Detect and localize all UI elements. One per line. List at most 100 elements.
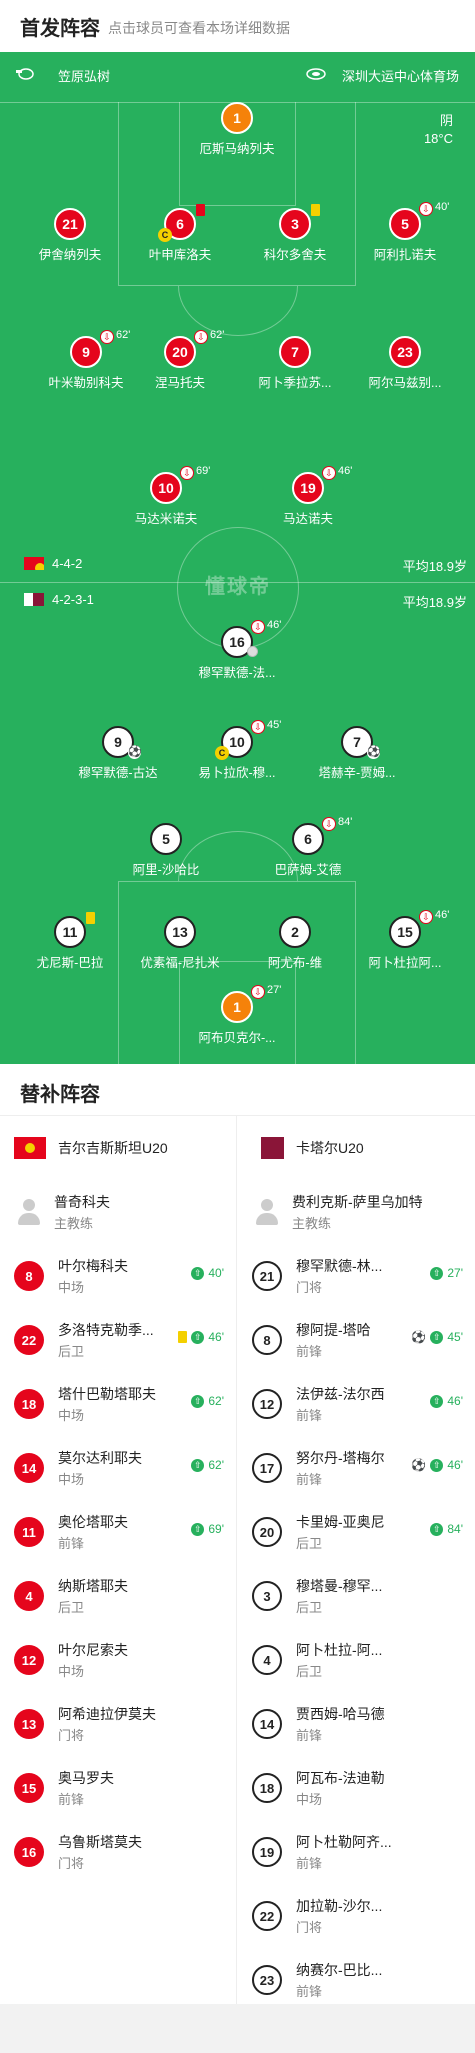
home-sub-row-6[interactable]: 12 叶尔尼索夫 中场: [0, 1628, 236, 1692]
player-name: 巴萨姆-艾德: [274, 863, 342, 877]
sub-in-icon: ⇧: [430, 1266, 444, 1280]
away-player-0[interactable]: 16 穆罕默德-法... ⇩ 46': [187, 619, 287, 686]
home-player-1[interactable]: 21 伊舍纳列夫: [20, 208, 120, 268]
sub-marks: ⇧ 27': [430, 1266, 463, 1280]
sub-time: 84': [338, 816, 353, 828]
home-player-6[interactable]: 20 涅马托夫 ⇩ 62': [130, 329, 230, 396]
sub-info: 奥马罗夫 前锋: [58, 1768, 178, 1809]
sub-info: 阿瓦布-法迪勒 中场: [296, 1768, 416, 1809]
home-sub-row-8[interactable]: 15 奥马罗夫 前锋: [0, 1756, 236, 1820]
home-sub-row-7[interactable]: 13 阿希迪拉伊莫夫 门将: [0, 1692, 236, 1756]
sub-number: 12: [252, 1389, 282, 1419]
player-name: 厄斯马纳列夫: [199, 142, 275, 156]
sub-out-icon: ⇩: [251, 720, 265, 734]
away-sub-row-2[interactable]: 12 法伊兹-法尔西 前锋 ⇧ 46': [238, 1372, 475, 1436]
away-player-8[interactable]: 2 阿尤布-维: [245, 916, 345, 976]
player-number: 23: [389, 336, 421, 368]
away-player-5[interactable]: 6 巴萨姆-艾德 ⇩ 84': [258, 816, 358, 883]
sub-position: 前锋: [296, 1855, 323, 1871]
coach-role: 主教练: [292, 1215, 332, 1231]
away-player-4[interactable]: 5 阿里-沙哈比: [116, 823, 216, 883]
away-sub-row-8[interactable]: 18 阿瓦布-法迪勒 中场: [238, 1756, 475, 1820]
sub-in-icon: ⇧: [430, 1330, 444, 1344]
coach-info: 普奇科夫 主教练: [54, 1192, 110, 1233]
stadium-icon: [306, 68, 326, 83]
away-player-3[interactable]: 7 塔赫辛-贾姆... ⚽: [307, 726, 407, 786]
away-player-10[interactable]: 1 阿布贝克尔-... ⇩ 27': [187, 984, 287, 1051]
away-sub-row-0[interactable]: 21 穆罕默德-林... 门将 ⇧ 27': [238, 1244, 475, 1308]
sub-info: 纳斯塔耶夫 后卫: [58, 1576, 178, 1617]
player-name: 马达诺夫: [282, 512, 333, 526]
sub-time: 27': [267, 984, 282, 996]
sub-position: 后卫: [296, 1535, 323, 1551]
home-coach[interactable]: 普奇科夫 主教练: [0, 1180, 236, 1244]
home-player-3[interactable]: 3 科尔多舍夫: [245, 204, 345, 268]
home-player-9[interactable]: 10 马达米诺夫 ⇩ 69': [116, 465, 216, 532]
coach-info: 费利克斯-萨里乌加特 主教练: [292, 1192, 423, 1233]
sub-position: 中场: [58, 1663, 85, 1679]
home-player-4[interactable]: 5 阿利扎诺夫 ⇩ 40': [355, 201, 455, 268]
player-name: 阿里-沙哈比: [132, 863, 200, 877]
sub-position: 门将: [296, 1279, 323, 1295]
sub-name: 卡里姆-亚奥尼: [296, 1513, 385, 1530]
away-sub-row-3[interactable]: 17 努尔丹-塔梅尔 前锋 ⚽ ⇧ 46': [238, 1436, 475, 1500]
away-sub-row-4[interactable]: 20 卡里姆-亚奥尼 后卫 ⇧ 84': [238, 1500, 475, 1564]
away-sub-row-11[interactable]: 23 纳赛尔-巴比... 前锋: [238, 1948, 475, 2012]
player-name: 马达米诺夫: [134, 512, 198, 526]
away-sub-row-10[interactable]: 22 加拉勒-沙尔... 门将: [238, 1884, 475, 1948]
sub-number: 19: [252, 1837, 282, 1867]
sub-number: 8: [252, 1325, 282, 1355]
home-sub-row-4[interactable]: 11 奥伦塔耶夫 前锋 ⇧ 69': [0, 1500, 236, 1564]
away-sub-row-9[interactable]: 19 阿卜杜勒阿齐... 前锋: [238, 1820, 475, 1884]
sub-position: 中场: [296, 1791, 323, 1807]
home-sub-row-9[interactable]: 16 乌鲁斯塔莫夫 门将: [0, 1820, 236, 1884]
sub-position: 后卫: [296, 1663, 323, 1679]
away-player-6[interactable]: 11 尤尼斯-巴拉: [20, 912, 120, 976]
sub-time: 62': [210, 329, 225, 341]
home-sub-row-1[interactable]: 22 多洛特克勒季... 后卫 ⇧ 46': [0, 1308, 236, 1372]
sub-number: 4: [14, 1581, 44, 1611]
home-sub-row-3[interactable]: 14 莫尔达利耶夫 中场 ⇧ 62': [0, 1436, 236, 1500]
home-sub-row-5[interactable]: 4 纳斯塔耶夫 后卫: [0, 1564, 236, 1628]
away-team-header[interactable]: 卡塔尔U20: [238, 1116, 475, 1180]
home-player-2[interactable]: 6 叶申库洛夫 C: [130, 204, 230, 268]
home-player-10[interactable]: 19 马达诺夫 ⇩ 46': [258, 465, 358, 532]
home-player-0[interactable]: 1 厄斯马纳列夫: [187, 102, 287, 162]
player-name: 科尔多舍夫: [263, 248, 327, 262]
away-sub-row-6[interactable]: 4 阿卜杜拉-阿... 后卫: [238, 1628, 475, 1692]
sub-position: 中场: [58, 1407, 85, 1423]
coach-name: 费利克斯-萨里乌加特: [292, 1193, 423, 1210]
home-player-7[interactable]: 7 阿卜季拉苏...: [245, 336, 345, 396]
home-sub-row-2[interactable]: 18 塔什巴勒塔耶夫 中场 ⇧ 62': [0, 1372, 236, 1436]
sub-name: 阿瓦布-法迪勒: [296, 1769, 385, 1786]
sub-position: 中场: [58, 1279, 85, 1295]
player-number: 7: [279, 336, 311, 368]
away-sub-row-1[interactable]: 8 穆阿提-塔哈 前锋 ⚽ ⇧ 45': [238, 1308, 475, 1372]
away-coach[interactable]: 费利克斯-萨里乌加特 主教练: [238, 1180, 475, 1244]
away-team-name: 卡塔尔U20: [296, 1140, 364, 1156]
sub-number: 4: [252, 1645, 282, 1675]
goal-ball-icon: ⚽: [411, 1330, 427, 1344]
sub-out-icon: ⇩: [419, 202, 433, 216]
sub-out-icon: ⇩: [322, 466, 336, 480]
player-number: 9: [70, 336, 102, 368]
away-player-1[interactable]: 9 穆罕默德-古达 ⚽: [68, 726, 168, 786]
venue-name: 深圳大运中心体育场: [341, 69, 459, 84]
away-sub-row-7[interactable]: 14 贾西姆-哈马德 前锋: [238, 1692, 475, 1756]
home-formation: 4-4-2: [24, 556, 82, 571]
red-card-icon: [196, 204, 205, 216]
goal-ball-icon: ⚽: [367, 746, 381, 759]
away-player-2[interactable]: 10 易卜拉欣-穆... ⇩ 45' C: [187, 719, 287, 786]
away-player-7[interactable]: 13 优素福-尼扎米: [130, 916, 230, 976]
player-number: 21: [54, 208, 86, 240]
sub-info: 穆罕默德-林... 门将: [296, 1256, 416, 1297]
captain-icon: C: [158, 228, 172, 242]
sub-info: 穆塔曼-穆罕... 后卫: [296, 1576, 416, 1617]
home-player-8[interactable]: 23 阿尔马兹别...: [355, 336, 455, 396]
away-player-9[interactable]: 15 阿卜杜拉阿... ⇩ 46': [355, 909, 455, 976]
home-sub-row-0[interactable]: 8 叶尔梅科夫 中场 ⇧ 40': [0, 1244, 236, 1308]
home-team-header[interactable]: 吉尔吉斯斯坦U20: [0, 1116, 236, 1180]
away-sub-row-5[interactable]: 3 穆塔曼-穆罕... 后卫: [238, 1564, 475, 1628]
sub-name: 叶尔尼索夫: [58, 1641, 128, 1658]
sub-info: 莫尔达利耶夫 中场: [58, 1448, 178, 1489]
